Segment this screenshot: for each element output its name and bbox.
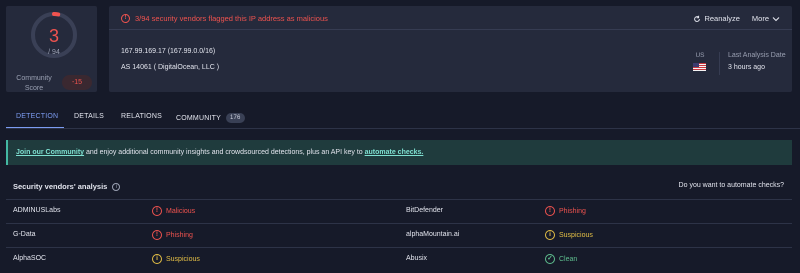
reanalyze-label: Reanalyze: [704, 14, 740, 23]
alert-text: 3/94 security vendors flagged this IP ad…: [135, 14, 328, 23]
community-banner: Join our Community and enjoy additional …: [6, 140, 792, 165]
verdict-label: Suspicious: [166, 255, 200, 263]
vendor-name: BitDefender: [406, 207, 443, 214]
ip-info-panel: ! 3/94 security vendors flagged this IP …: [109, 6, 792, 92]
last-analysis-value: 3 hours ago: [728, 64, 765, 71]
verdict-label: Clean: [559, 255, 578, 263]
automate-checks-link[interactable]: automate checks.: [365, 149, 424, 156]
clean-icon: ✓: [545, 254, 555, 264]
malicious-icon: !: [152, 206, 162, 216]
vendor-row: AlphaSOC i Suspicious Abusix ✓ Clean: [6, 247, 792, 271]
verdict-label: Phishing: [166, 231, 193, 239]
ip-address[interactable]: 167.99.169.17 (167.99.0.0/16): [121, 48, 215, 55]
vendor-verdict: i Suspicious: [152, 254, 200, 264]
join-community-link[interactable]: Join our Community: [16, 149, 84, 156]
community-score-label: Community Score: [16, 75, 52, 92]
tab-details[interactable]: DETAILS: [74, 113, 104, 120]
vendor-verdict: ! Phishing: [152, 230, 193, 240]
vendors-table: ADMINUSLabs! Malicious BitDefender! Phishin…: [6, 199, 792, 271]
detection-count: 3: [48, 26, 59, 46]
header-actions: Reanalyze More: [693, 14, 780, 23]
last-analysis-label: Last Analysis Date: [728, 52, 786, 59]
tab-relations[interactable]: RELATIONS: [121, 113, 162, 120]
vendor-name: alphaMountain.ai: [406, 231, 460, 238]
more-button[interactable]: More: [752, 14, 780, 23]
vertical-separator: [719, 52, 720, 75]
community-score-badge[interactable]: -15: [62, 75, 92, 90]
vendor-row: G-Data! Phishing alphaMountain.ai i Suspicio…: [6, 223, 792, 247]
vendors-title-text: Security vendors' analysis: [13, 182, 108, 191]
malicious-icon: !: [545, 206, 555, 216]
chevron-down-icon: [772, 16, 780, 21]
suspicious-icon: i: [545, 230, 555, 240]
suspicious-icon: i: [152, 254, 162, 264]
detection-score-card: 3 / 94 Community Score -15: [6, 6, 97, 92]
vendors-header: Security vendors' analysis i Do you want…: [6, 177, 792, 197]
vendor-name: ADMINUSLabs: [13, 207, 61, 214]
as-owner[interactable]: AS 14061 ( DigitalOcean, LLC ): [121, 64, 219, 71]
refresh-icon: [694, 15, 701, 22]
verdict-label: Phishing: [559, 207, 586, 215]
tabs-divider: [6, 128, 800, 129]
malicious-alert: ! 3/94 security vendors flagged this IP …: [121, 14, 328, 23]
country-code: US: [695, 52, 705, 59]
verdict-label: Suspicious: [559, 231, 593, 239]
us-flag-icon: [693, 63, 706, 71]
tab-detection[interactable]: DETECTION: [16, 113, 58, 120]
more-label: More: [751, 14, 769, 23]
automate-question-link[interactable]: Do you want to automate checks?: [679, 182, 784, 189]
tab-bar: DETECTION DETAILS RELATIONS COMMUNITY 176: [6, 107, 792, 129]
verdict-label: Malicious: [166, 207, 196, 215]
malicious-icon: !: [152, 230, 162, 240]
vendor-name: Abusix: [406, 255, 428, 262]
tab-community[interactable]: COMMUNITY 176: [176, 113, 245, 123]
info-icon[interactable]: i: [112, 182, 121, 191]
vendor-row: ADMINUSLabs! Malicious BitDefender! Phishin…: [6, 199, 792, 223]
vendor-verdict: i Suspicious: [545, 230, 593, 240]
tab-community-label: COMMUNITY: [176, 115, 221, 122]
banner-text: and enjoy additional community insights …: [84, 149, 365, 156]
vendor-verdict: ! Malicious: [152, 206, 195, 216]
detection-total: / 94: [48, 49, 60, 56]
panel-divider: [109, 29, 792, 30]
vendor-verdict: ! Phishing: [545, 206, 586, 216]
vendor-name: AlphaSOC: [13, 255, 47, 262]
alert-icon: !: [121, 14, 130, 23]
community-count-badge: 176: [225, 113, 245, 123]
reanalyze-button[interactable]: Reanalyze: [693, 14, 740, 23]
vendors-title: Security vendors' analysis i: [13, 182, 121, 191]
vendor-name: G-Data: [13, 231, 36, 238]
vendor-verdict: ✓ Clean: [545, 254, 577, 264]
